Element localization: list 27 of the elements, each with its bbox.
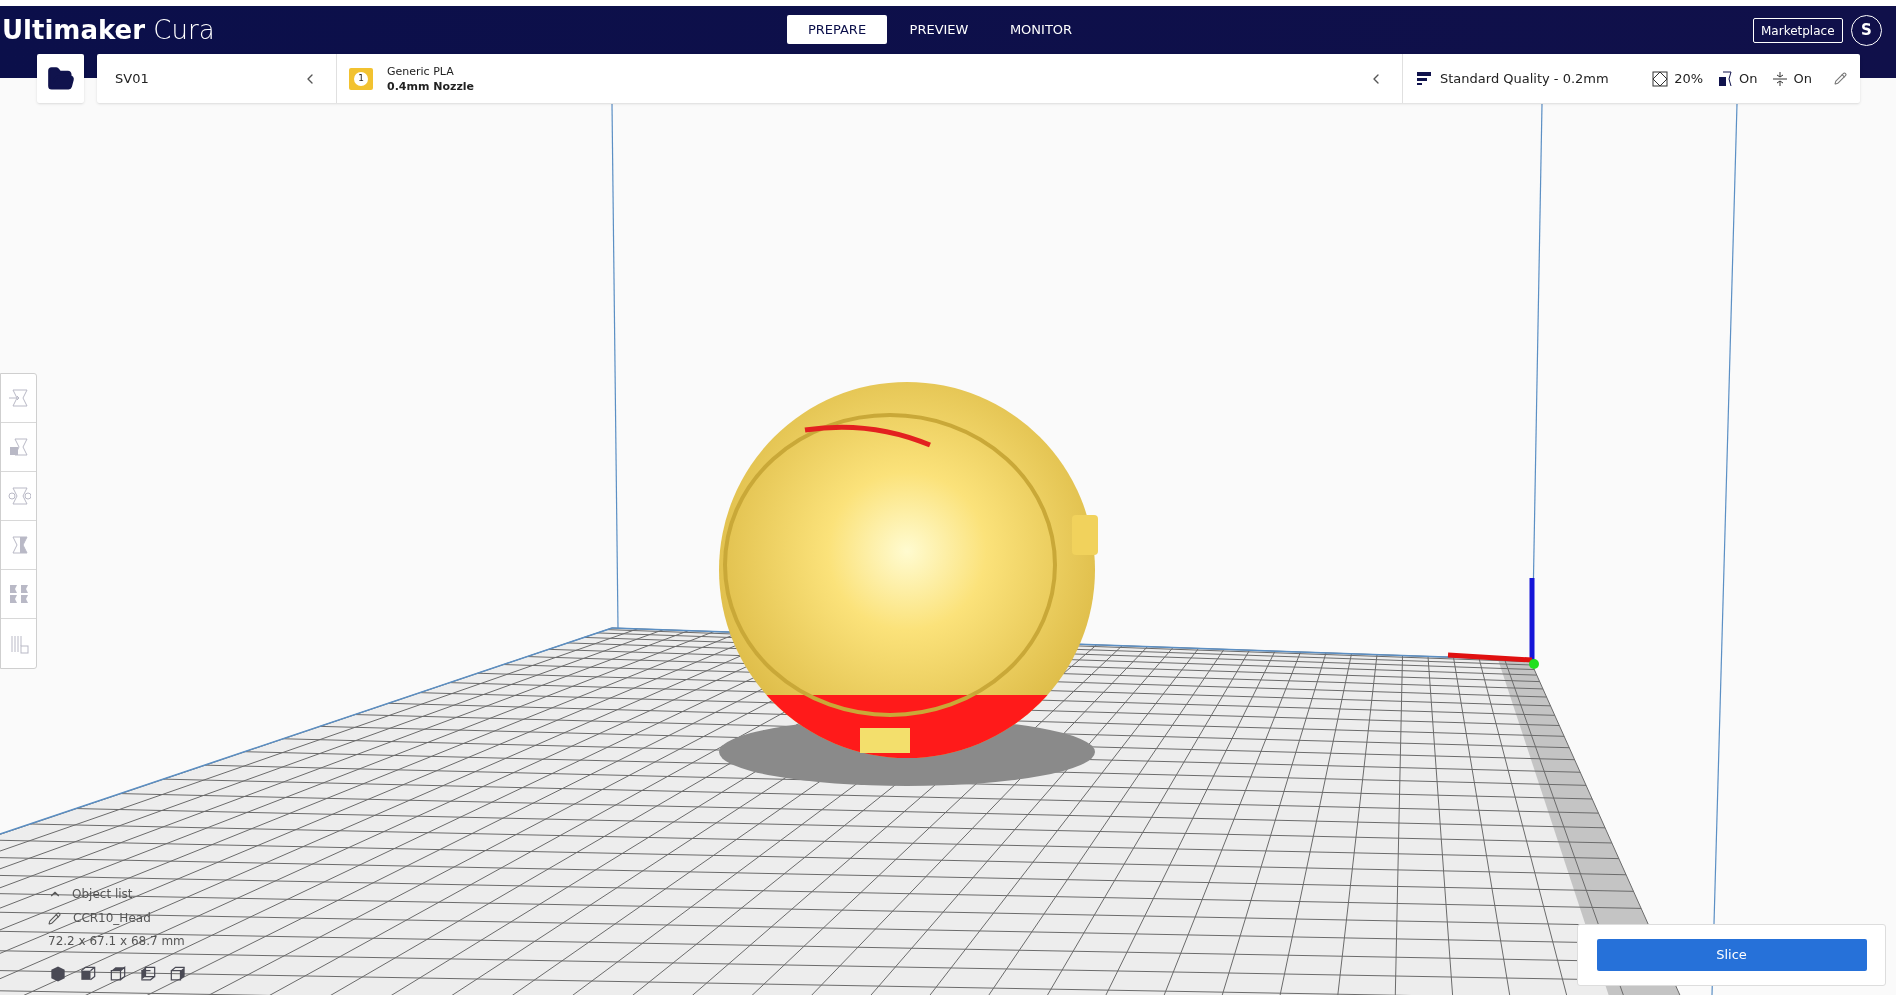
stage-tab[interactable]: MONITOR: [991, 15, 1091, 44]
tool-icon: [6, 386, 31, 410]
view-cube-icon: [48, 964, 68, 984]
extruder-badge: 1: [349, 67, 373, 90]
open-file-button[interactable]: [37, 54, 84, 103]
tool-icon: [6, 484, 31, 508]
stage-tab[interactable]: PREVIEW: [889, 15, 989, 44]
material-name: Generic PLA: [387, 63, 454, 79]
slice-button[interactable]: Slice: [1596, 939, 1867, 971]
nozzle-size: 0.4mm Nozzle: [387, 78, 475, 94]
view-button[interactable]: [48, 964, 68, 984]
support-value: On: [1739, 69, 1758, 88]
edit-icon: [48, 911, 61, 925]
edit-icon: [1834, 72, 1847, 85]
infill-icon: [1652, 70, 1669, 87]
printer-selector[interactable]: SV01: [97, 54, 337, 103]
stage-tab[interactable]: PREPARE: [787, 15, 887, 44]
support-icon: [1717, 70, 1734, 87]
print-settings-selector[interactable]: Standard Quality - 0.2mm 20% On On: [1403, 54, 1860, 103]
material-selector[interactable]: 1 Generic PLA 0.4mm Nozzle: [337, 54, 1403, 103]
infill-value: 20%: [1674, 69, 1704, 88]
profile-label: Standard Quality - 0.2mm: [1440, 69, 1609, 88]
adhesion-icon: [1771, 70, 1788, 87]
quality-icon: [1416, 70, 1432, 87]
adhesion-value: On: [1793, 69, 1812, 88]
marketplace-button[interactable]: Marketplace: [1753, 18, 1843, 43]
app-logo: Ultimaker Cura: [2, 16, 215, 43]
